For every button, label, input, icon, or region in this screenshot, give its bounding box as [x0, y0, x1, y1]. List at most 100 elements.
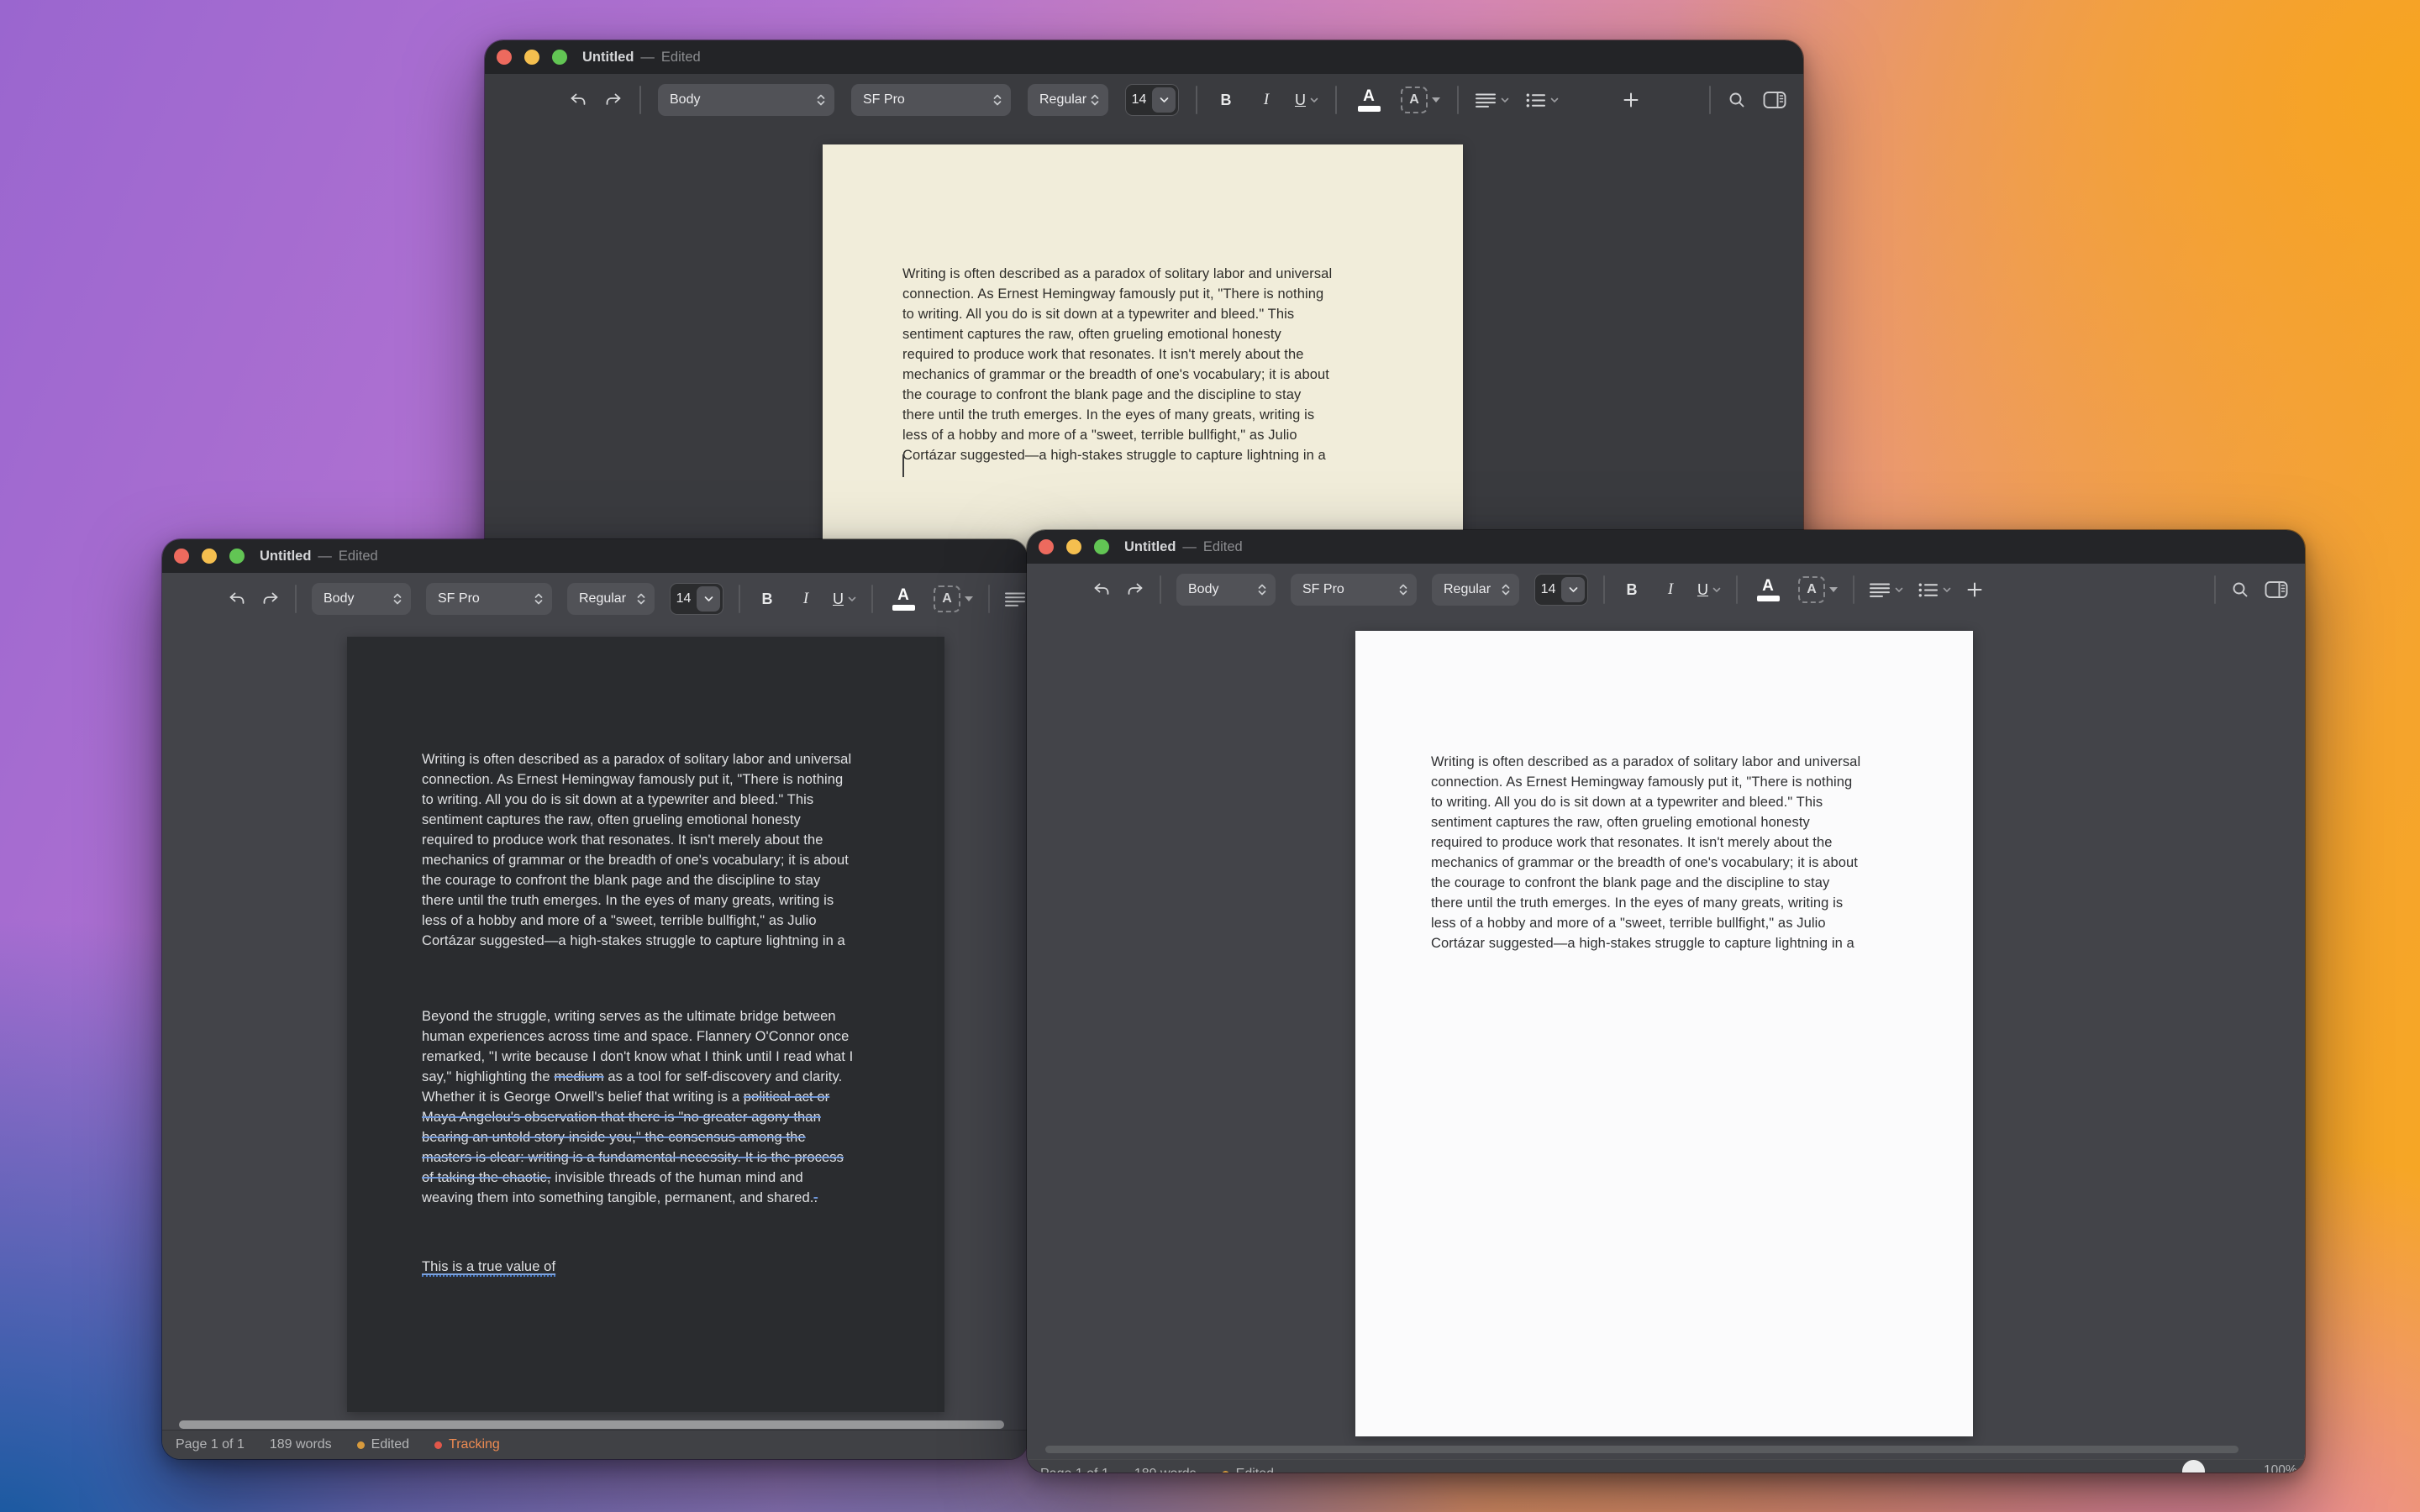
paragraph-style-dropdown[interactable]: Body: [1176, 574, 1276, 606]
titlebar[interactable]: Untitled — Edited: [1027, 530, 2305, 564]
list-style-dropdown[interactable]: [1526, 92, 1559, 108]
chevron-down-icon[interactable]: [1561, 577, 1585, 602]
zoom-button[interactable]: [552, 50, 567, 65]
title-separator: —: [640, 50, 655, 66]
close-button[interactable]: [497, 50, 512, 65]
window-right: Untitled — Edited Body SF Pro Regular: [1027, 530, 2305, 1473]
minimize-button[interactable]: [202, 549, 217, 564]
alignment-dropdown[interactable]: [1005, 591, 1028, 607]
font-weight-dropdown[interactable]: Regular: [567, 583, 655, 615]
font-weight-dropdown[interactable]: Regular: [1432, 574, 1519, 606]
up-down-chevron-icon: [392, 591, 402, 606]
toolbar-divider: [639, 86, 641, 114]
text-color-button[interactable]: A: [1354, 83, 1384, 117]
underline-button[interactable]: U: [1697, 574, 1721, 606]
font-family-dropdown[interactable]: SF Pro: [426, 583, 552, 615]
redo-button[interactable]: [261, 591, 280, 607]
highlight-color-button[interactable]: A: [1401, 87, 1440, 113]
chevron-down-icon[interactable]: [697, 586, 720, 612]
paragraph-style-dropdown[interactable]: Body: [658, 84, 834, 116]
font-size-stepper[interactable]: 14: [1125, 84, 1179, 116]
toolbar-divider: [988, 585, 990, 613]
font-family-dropdown[interactable]: SF Pro: [1291, 574, 1417, 606]
undo-button[interactable]: [228, 591, 246, 607]
edited-indicator: Edited: [339, 549, 378, 564]
font-family-dropdown[interactable]: SF Pro: [851, 84, 1011, 116]
italic-button[interactable]: I: [1255, 84, 1278, 116]
window-title: Untitled — Edited: [1124, 539, 1243, 555]
zoom-level[interactable]: 100%: [2264, 1463, 2297, 1473]
chevron-down-icon: [1712, 587, 1721, 593]
redo-button[interactable]: [1126, 581, 1144, 598]
list-style-dropdown[interactable]: [1918, 582, 1951, 598]
triangle-down-icon: [1829, 587, 1838, 592]
up-down-chevron-icon: [534, 591, 544, 606]
up-down-chevron-icon: [1398, 582, 1408, 597]
insert-button[interactable]: [1623, 92, 1639, 108]
highlight-color-button[interactable]: A: [1798, 576, 1838, 603]
redo-button[interactable]: [604, 92, 623, 108]
highlight-label: A: [942, 591, 952, 606]
undo-button[interactable]: [1092, 581, 1111, 598]
font-size-stepper[interactable]: 14: [1534, 574, 1588, 606]
chevron-down-icon: [1943, 587, 1951, 593]
bold-button[interactable]: B: [1620, 574, 1644, 606]
status-bar: Page 1 of 1 189 words Edited: [1027, 1459, 2305, 1473]
text-color-label: A: [897, 588, 909, 603]
bold-button[interactable]: B: [1214, 84, 1238, 116]
chevron-down-icon[interactable]: [1152, 87, 1176, 113]
desktop-background: Untitled — Edited Body SF Pro Regular: [0, 0, 2420, 1512]
tracking-dot-icon: [434, 1441, 442, 1449]
toolbar-divider: [2214, 575, 2216, 604]
paragraph-style-dropdown[interactable]: Body: [312, 583, 411, 615]
alignment-icon: [1476, 92, 1497, 108]
minimize-button[interactable]: [1066, 539, 1081, 554]
paragraph: Writing is often described as a paradox …: [1431, 752, 1911, 953]
undo-button[interactable]: [569, 92, 587, 108]
document-page[interactable]: Writing is often described as a paradox …: [1355, 631, 1973, 1436]
search-icon[interactable]: [2231, 580, 2249, 599]
font-size-value: 14: [1126, 92, 1152, 108]
text-color-label: A: [1762, 579, 1774, 594]
inspector-toggle-icon[interactable]: [2265, 580, 2288, 599]
italic-button[interactable]: I: [794, 583, 818, 615]
minimize-button[interactable]: [524, 50, 539, 65]
toolbar: Body SF Pro Regular 14 B I U: [162, 573, 1028, 625]
text-color-button[interactable]: A: [888, 582, 918, 616]
bold-button[interactable]: B: [755, 583, 779, 615]
alignment-dropdown[interactable]: [1476, 92, 1509, 108]
alignment-dropdown[interactable]: [1870, 582, 1903, 598]
titlebar[interactable]: Untitled — Edited: [162, 539, 1028, 573]
font-size-stepper[interactable]: 14: [670, 583, 723, 615]
font-size-value: 14: [1535, 582, 1561, 597]
italic-button[interactable]: I: [1659, 574, 1682, 606]
close-button[interactable]: [1039, 539, 1054, 554]
zoom-button[interactable]: [1094, 539, 1109, 554]
text-cursor: [902, 454, 904, 477]
font-weight-dropdown[interactable]: Regular: [1028, 84, 1108, 116]
titlebar[interactable]: Untitled — Edited: [485, 40, 1803, 74]
traffic-lights: [1039, 539, 1109, 554]
document-text: Writing is often described as a paradox …: [823, 144, 1463, 506]
window-title: Untitled — Edited: [582, 50, 701, 66]
tracking-status[interactable]: Tracking: [434, 1437, 500, 1452]
close-button[interactable]: [174, 549, 189, 564]
insert-button[interactable]: [1966, 581, 1983, 598]
up-down-chevron-icon: [992, 92, 1002, 108]
font-size-value: 14: [671, 591, 697, 606]
horizontal-scrollbar[interactable]: [1045, 1446, 2238, 1453]
underline-button[interactable]: U: [1295, 84, 1318, 116]
document-page[interactable]: Writing is often described as a paradox …: [347, 637, 944, 1412]
bullet-list-icon: [1526, 92, 1546, 108]
text-color-button[interactable]: A: [1753, 573, 1783, 606]
horizontal-scrollbar[interactable]: [179, 1420, 1004, 1429]
title-separator: —: [318, 549, 332, 564]
zoom-button[interactable]: [229, 549, 245, 564]
toolbar-divider: [295, 585, 297, 613]
inspector-toggle-icon[interactable]: [1763, 91, 1786, 109]
search-icon[interactable]: [1728, 91, 1746, 109]
inserted-text: This is a true value of: [422, 1259, 555, 1277]
underline-label: U: [1697, 581, 1708, 599]
highlight-color-button[interactable]: A: [934, 585, 973, 612]
underline-button[interactable]: U: [833, 583, 856, 615]
